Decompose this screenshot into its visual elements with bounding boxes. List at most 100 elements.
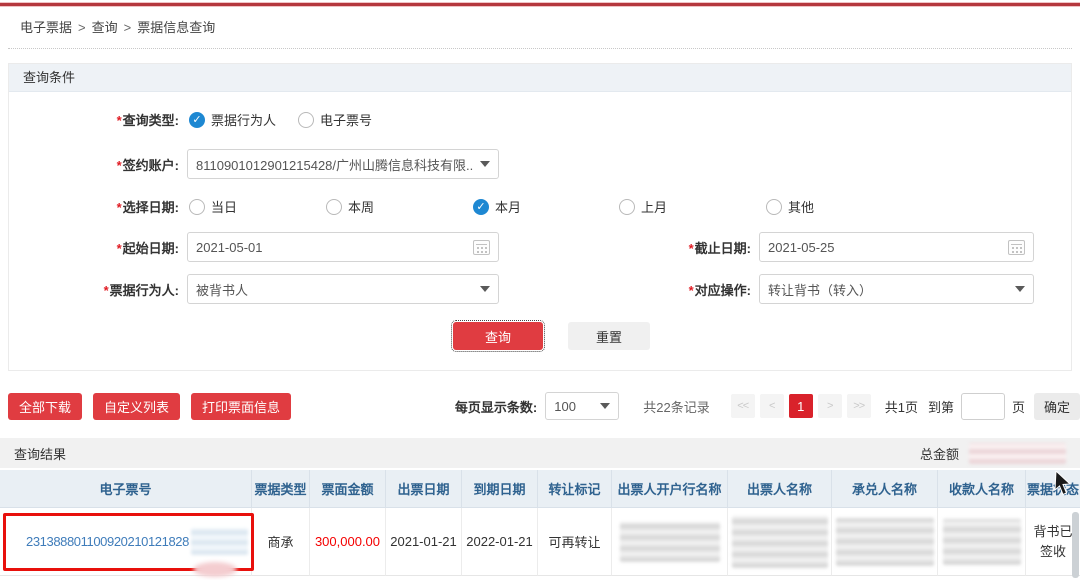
- print-bill-info-button[interactable]: 打印票面信息: [191, 393, 291, 420]
- date-select-row: *选择日期: 当日 本周 本月 上月: [9, 197, 1071, 216]
- radio-last-month[interactable]: [619, 199, 635, 215]
- actor-select-value: 被背书人: [196, 280, 474, 299]
- column-header-bill-no: 电子票号: [0, 470, 252, 508]
- radio-option-bill-number[interactable]: 电子票号: [298, 110, 372, 129]
- radio-option-other[interactable]: 其他: [766, 197, 814, 216]
- partial-next-row: [0, 576, 1080, 580]
- radio-this-week[interactable]: [326, 199, 342, 215]
- radio-label: 票据行为人: [211, 110, 276, 129]
- custom-list-button[interactable]: 自定义列表: [93, 393, 180, 420]
- pager-last-button[interactable]: >>: [847, 394, 871, 418]
- goto-page-input[interactable]: [961, 393, 1005, 420]
- date-select-label: 选择日期:: [123, 200, 179, 215]
- total-records-text: 共22条记录: [643, 397, 709, 416]
- required-mark: *: [117, 241, 122, 256]
- account-row: *签约账户: 8110901012901215428/广州山腾信息科技有限...: [9, 149, 1071, 179]
- bill-no-redacted-tail: [191, 528, 248, 555]
- cell-bill-no: 231388801100920210121828: [0, 508, 252, 576]
- bill-no-link[interactable]: 231388801100920210121828: [26, 534, 189, 549]
- calendar-icon[interactable]: [1008, 240, 1025, 255]
- breadcrumb-item-root[interactable]: 电子票据: [20, 20, 72, 35]
- start-date-input-box[interactable]: [187, 232, 499, 262]
- query-type-row: *查询类型: 票据行为人 电子票号: [9, 110, 1071, 129]
- status-text: 背书已签收: [1030, 522, 1076, 562]
- column-header-due-date: 到期日期: [462, 470, 538, 508]
- divider: [8, 48, 1072, 49]
- cell-due-date: 2022-01-21: [462, 508, 538, 576]
- radio-label: 电子票号: [320, 110, 372, 129]
- pager-next-button[interactable]: >: [818, 394, 842, 418]
- end-date-input-box[interactable]: [759, 232, 1034, 262]
- account-label: 签约账户:: [123, 158, 179, 173]
- operation-select[interactable]: 转让背书（转入）: [759, 274, 1034, 304]
- radio-other[interactable]: [766, 199, 782, 215]
- goto-page-unit: 页: [1012, 397, 1025, 416]
- breadcrumb-item-query[interactable]: 查询: [92, 20, 118, 35]
- query-panel: 查询条件 *查询类型: 票据行为人 电子票号 *签约账户: 8110901012…: [8, 63, 1072, 371]
- reset-button[interactable]: 重置: [568, 322, 650, 350]
- payee-name-redacted: [943, 519, 1021, 565]
- pager-prev-button[interactable]: <: [760, 394, 784, 418]
- radio-label: 本周: [348, 197, 374, 216]
- goto-page-label: 到第: [928, 397, 954, 416]
- total-amount-redacted-value: [969, 443, 1066, 464]
- column-header-transfer-flag: 转让标记: [538, 470, 612, 508]
- radio-today[interactable]: [189, 199, 205, 215]
- radio-bill-number[interactable]: [298, 112, 314, 128]
- account-select-value: 8110901012901215428/广州山腾信息科技有限...: [196, 155, 474, 174]
- download-all-button[interactable]: 全部下载: [8, 393, 82, 420]
- chevron-down-icon: [1015, 286, 1025, 292]
- radio-option-this-month[interactable]: 本月: [473, 197, 619, 216]
- breadcrumb-item-current[interactable]: 票据信息查询: [137, 20, 215, 35]
- column-header-issue-date: 出票日期: [386, 470, 462, 508]
- form-buttons-row: 查询 重置: [9, 322, 1071, 350]
- breadcrumb-separator: >: [78, 20, 86, 35]
- end-date-input[interactable]: [768, 240, 1008, 255]
- column-header-payee-name: 收款人名称: [938, 470, 1026, 508]
- goto-confirm-button[interactable]: 确定: [1034, 393, 1080, 420]
- required-mark: *: [117, 113, 122, 128]
- radio-label: 上月: [641, 197, 667, 216]
- pager: << < 1 > >>: [726, 394, 871, 418]
- total-amount-label: 总金额: [920, 444, 959, 463]
- pager-first-button[interactable]: <<: [731, 394, 755, 418]
- table-header-row: 电子票号 票据类型 票面金额 出票日期 到期日期 转让标记 出票人开户行名称 出…: [0, 470, 1080, 508]
- radio-option-last-month[interactable]: 上月: [619, 197, 766, 216]
- top-accent-bar: [0, 0, 1080, 8]
- account-select[interactable]: 8110901012901215428/广州山腾信息科技有限...: [187, 149, 499, 179]
- cell-transfer-flag: 可再转让: [538, 508, 612, 576]
- operation-select-value: 转让背书（转入）: [768, 280, 1009, 299]
- breadcrumb-separator: >: [124, 20, 132, 35]
- pagination-bar: 每页显示条数: 100 共22条记录 << < 1 > >> 共1页 到第 页 …: [455, 392, 1080, 420]
- toolbar: 全部下载 自定义列表 打印票面信息 每页显示条数: 100 共22条记录 << …: [0, 392, 1080, 420]
- cell-acceptor-name: [832, 508, 938, 576]
- breadcrumb: 电子票据 > 查询 > 票据信息查询: [0, 8, 1080, 44]
- end-date-label: 截止日期:: [695, 241, 751, 256]
- cell-bill-type: 商承: [252, 508, 310, 576]
- radio-bill-actor[interactable]: [189, 112, 205, 128]
- actor-select[interactable]: 被背书人: [187, 274, 499, 304]
- calendar-icon[interactable]: [473, 240, 490, 255]
- cell-payee-name: [938, 508, 1026, 576]
- start-date-input[interactable]: [196, 240, 473, 255]
- query-panel-title: 查询条件: [9, 64, 1071, 92]
- operation-label: 对应操作:: [695, 283, 751, 298]
- required-mark: *: [104, 283, 109, 298]
- issuer-name-redacted: [732, 516, 828, 568]
- radio-option-bill-actor[interactable]: 票据行为人: [189, 110, 276, 129]
- required-mark: *: [117, 158, 122, 173]
- radio-this-month[interactable]: [473, 199, 489, 215]
- start-date-label: 起始日期:: [123, 241, 179, 256]
- chevron-down-icon: [480, 286, 490, 292]
- cell-amount: 300,000.00: [310, 508, 386, 576]
- pager-page-1-button[interactable]: 1: [789, 394, 813, 418]
- radio-option-this-week[interactable]: 本周: [326, 197, 473, 216]
- page-size-select[interactable]: 100: [545, 392, 619, 420]
- column-header-amount: 票面金额: [310, 470, 386, 508]
- required-mark: *: [689, 283, 694, 298]
- column-header-status: 票据状态: [1026, 470, 1080, 508]
- total-amount: 总金额: [920, 443, 1066, 464]
- radio-option-today[interactable]: 当日: [189, 197, 326, 216]
- search-button[interactable]: 查询: [453, 322, 543, 350]
- vertical-scrollbar[interactable]: [1072, 512, 1079, 578]
